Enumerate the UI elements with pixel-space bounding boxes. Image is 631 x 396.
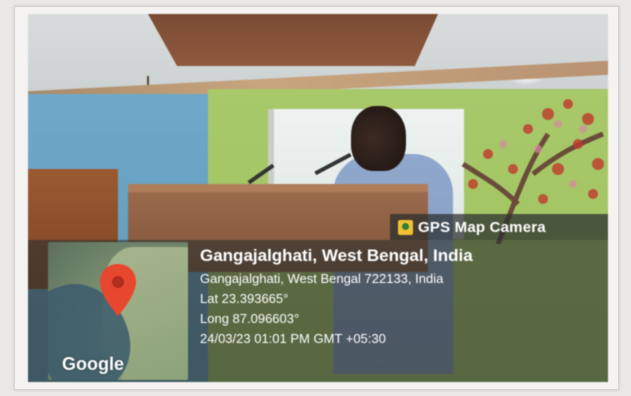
- longitude: Long 87.096603°: [200, 311, 300, 326]
- map-thumbnail: Google: [48, 242, 188, 380]
- photo: GPS Map Camera Google Gangajalghati, Wes…: [28, 14, 608, 382]
- gps-app-name: GPS Map Camera: [418, 218, 546, 236]
- location-title: Gangajalghati, West Bengal, India: [200, 246, 473, 265]
- latitude: Lat 23.393665°: [200, 291, 289, 306]
- datetime: 24/03/23 01:01 PM GMT +05:30: [200, 331, 386, 346]
- map-google-label: Google: [62, 354, 124, 374]
- map-pin-icon: [100, 264, 136, 316]
- address: Gangajalghati, West Bengal 722133, India: [200, 271, 444, 286]
- speaker-head: [351, 106, 406, 171]
- ceiling-wood-panel: [148, 14, 438, 66]
- gps-app-badge: GPS Map Camera: [390, 214, 608, 240]
- gps-info-text: Gangajalghati, West Bengal, India Gangaj…: [200, 246, 473, 351]
- map-camera-icon: [398, 219, 413, 235]
